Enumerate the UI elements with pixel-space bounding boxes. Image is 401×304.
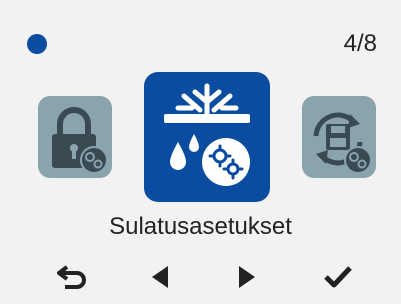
lock-settings-icon bbox=[52, 107, 108, 174]
confirm-button[interactable] bbox=[318, 257, 358, 297]
right-triangle-icon bbox=[239, 266, 255, 288]
next-button[interactable] bbox=[227, 257, 267, 297]
defrost-settings-icon bbox=[164, 83, 250, 186]
menu-tile-defrost[interactable] bbox=[144, 72, 270, 202]
back-button[interactable] bbox=[52, 257, 92, 297]
menu-tile-lock[interactable] bbox=[38, 96, 112, 178]
menu-title: Sulatusasetukset bbox=[109, 213, 292, 240]
backup-restore-settings-icon bbox=[313, 112, 372, 174]
previous-button[interactable] bbox=[140, 257, 180, 297]
left-triangle-icon bbox=[152, 266, 168, 288]
page-counter: 4/8 bbox=[343, 30, 377, 57]
back-arrow-icon bbox=[57, 265, 86, 289]
checkmark-icon bbox=[324, 266, 352, 288]
status-indicator-dot bbox=[27, 34, 47, 54]
menu-tile-backup[interactable] bbox=[302, 96, 376, 178]
